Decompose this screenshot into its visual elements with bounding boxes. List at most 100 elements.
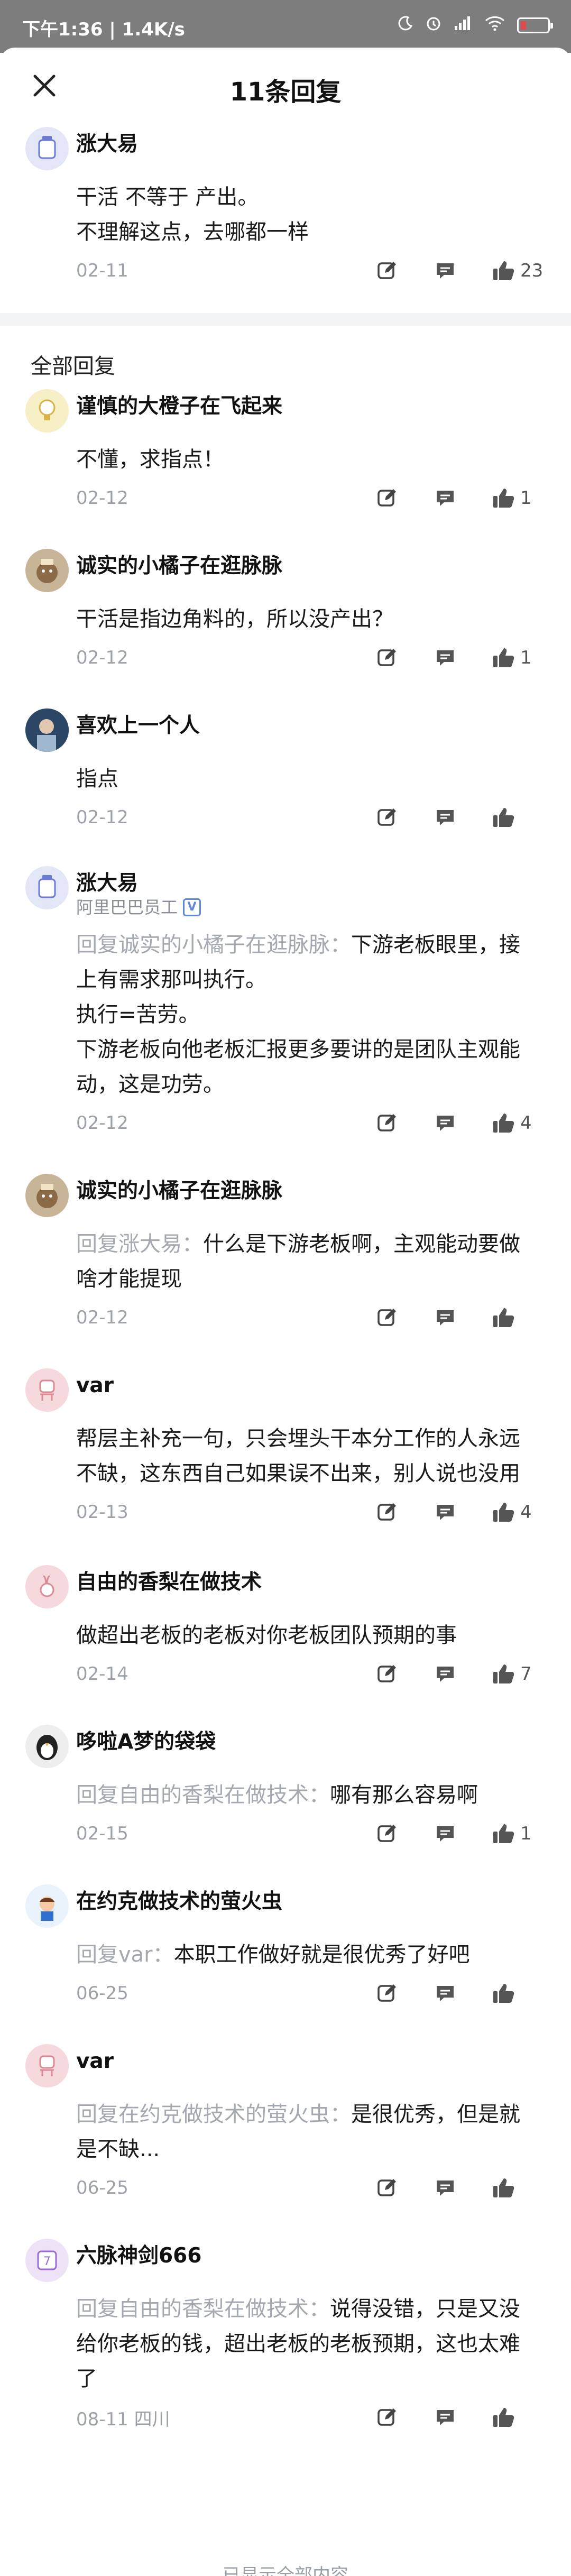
- author-name[interactable]: 诚实的小橘子在逛脉脉: [76, 553, 282, 579]
- reply-item: 哆啦A梦的袋袋 回复自由的香梨在做技术：哪有那么容易啊 02-15 1: [0, 1725, 571, 1855]
- author-name[interactable]: 在约克做技术的萤火虫: [76, 1889, 282, 1915]
- comment-icon[interactable]: [434, 1822, 492, 1845]
- avatar[interactable]: [25, 1368, 69, 1412]
- reply-content: 本职工作做好就是很优秀了好吧: [173, 1943, 470, 1967]
- like-count: 7: [520, 1663, 532, 1685]
- thumbs-up-icon: [492, 1822, 516, 1845]
- author-name[interactable]: 六脉神剑666: [76, 2243, 201, 2269]
- like-count: 1: [520, 487, 532, 509]
- edit-icon[interactable]: [375, 259, 434, 282]
- author-name[interactable]: 诚实的小橘子在逛脉脉: [76, 1178, 282, 1204]
- avatar[interactable]: [25, 1725, 69, 1768]
- reply-item: var 回复在约克做技术的萤火虫：是很优秀，但是就是不缺... 06-25: [0, 2044, 571, 2209]
- comment-icon[interactable]: [434, 1982, 492, 2005]
- author-meta: 诚实的小橘子在逛脉脉: [76, 549, 282, 579]
- like-button[interactable]: 1: [492, 1822, 550, 1845]
- edit-icon[interactable]: [375, 1982, 434, 2005]
- author-meta: 诚实的小橘子在逛脉脉: [76, 1174, 282, 1204]
- comment-icon[interactable]: [434, 1662, 492, 1686]
- avatar[interactable]: [25, 866, 69, 909]
- author-name[interactable]: 喜欢上一个人: [76, 713, 200, 739]
- edit-icon[interactable]: [375, 2406, 434, 2429]
- like-button[interactable]: [492, 2406, 550, 2429]
- avatar[interactable]: [25, 1565, 69, 1608]
- author-name[interactable]: 涨大易: [76, 131, 138, 158]
- comment-icon[interactable]: [434, 1111, 492, 1135]
- like-button[interactable]: [492, 806, 550, 829]
- comment-footer: 02-12: [76, 1296, 550, 1339]
- edit-icon[interactable]: [375, 1111, 434, 1135]
- like-button[interactable]: 23: [492, 259, 550, 282]
- author-meta: 在约克做技术的萤火虫: [76, 1884, 282, 1915]
- comment-icon[interactable]: [434, 259, 492, 282]
- author-name[interactable]: var: [76, 2048, 114, 2075]
- avatar[interactable]: [25, 549, 69, 592]
- comment-footer: 02-12 1: [76, 637, 550, 679]
- comment-icon[interactable]: [434, 2406, 492, 2429]
- reply-to-label[interactable]: 回复诚实的小橘子在逛脉脉：: [76, 933, 351, 957]
- status-time-speed: 下午1:36 | 1.4K/s: [22, 19, 185, 40]
- signal-icon: [454, 15, 473, 35]
- edit-icon[interactable]: [375, 2176, 434, 2200]
- author-name[interactable]: 谨慎的大橙子在飞起来: [76, 393, 282, 420]
- comment-date: 06-25: [76, 1983, 128, 2004]
- comment-header: 诚实的小橘子在逛脉脉: [25, 549, 550, 592]
- reply-to-label[interactable]: 回复自由的香梨在做技术：: [76, 2297, 330, 2321]
- comment-icon[interactable]: [434, 806, 492, 829]
- comment-icon[interactable]: [434, 1501, 492, 1524]
- reply-to-label[interactable]: 回复在约克做技术的萤火虫：: [76, 2102, 351, 2127]
- reply-to-label[interactable]: 回复var：: [76, 1943, 174, 1967]
- comment-icon[interactable]: [434, 646, 492, 669]
- status-bar: 下午1:36 | 1.4K/s: [0, 0, 571, 53]
- author-name[interactable]: 自由的香梨在做技术: [76, 1569, 262, 1596]
- comment-icon[interactable]: [434, 2176, 492, 2200]
- comment-footer: 06-25: [76, 2167, 550, 2209]
- like-button[interactable]: 1: [492, 646, 550, 669]
- author-company: 阿里巴巴员工 V: [76, 897, 201, 918]
- status-icons: [398, 15, 553, 36]
- like-button[interactable]: 7: [492, 1662, 550, 1686]
- avatar[interactable]: [25, 1884, 69, 1928]
- reply-content: 指点: [76, 767, 118, 791]
- svg-text:7: 7: [43, 2255, 51, 2268]
- avatar[interactable]: [25, 1174, 69, 1217]
- like-button[interactable]: 4: [492, 1111, 550, 1135]
- like-button[interactable]: [492, 1306, 550, 1329]
- reply-to-label[interactable]: 回复涨大易：: [76, 1232, 203, 1256]
- like-button[interactable]: [492, 1982, 550, 2005]
- comment-date: 02-12: [76, 1112, 128, 1134]
- comment-footer: 02-14 7: [76, 1653, 550, 1695]
- thumbs-up-icon: [492, 1982, 516, 2005]
- like-button[interactable]: [492, 2176, 550, 2200]
- edit-icon[interactable]: [375, 1822, 434, 1845]
- author-meta: 喜欢上一个人: [76, 709, 200, 739]
- comment-icon[interactable]: [434, 1306, 492, 1329]
- comment-date: 02-14: [76, 1663, 128, 1685]
- edit-icon[interactable]: [375, 486, 434, 510]
- avatar[interactable]: [25, 389, 69, 433]
- avatar[interactable]: [25, 709, 69, 752]
- comment-text: 帮层主补充一句，只会埋头干本分工作的人永远不缺，这东西自己如果误不出来，别人说也…: [76, 1421, 550, 1491]
- reply-content: 帮层主补充一句，只会埋头干本分工作的人永远不缺，这东西自己如果误不出来，别人说也…: [76, 1427, 520, 1486]
- edit-icon[interactable]: [375, 1306, 434, 1329]
- edit-icon[interactable]: [375, 806, 434, 829]
- like-button[interactable]: 1: [492, 486, 550, 510]
- reply-item: 谨慎的大橙子在飞起来 不懂，求指点！ 02-12 1: [0, 389, 571, 519]
- reply-to-label[interactable]: 回复自由的香梨在做技术：: [76, 1783, 330, 1807]
- comment-text: 回复var：本职工作做好就是很优秀了好吧: [76, 1937, 550, 1972]
- avatar[interactable]: [25, 127, 69, 170]
- author-name[interactable]: 哆啦A梦的袋袋: [76, 1729, 216, 1755]
- author-name[interactable]: var: [76, 1373, 114, 1399]
- author-name[interactable]: 涨大易: [76, 870, 201, 897]
- main-post: 涨大易 干活 不等于 产出。 不理解这点，去哪都一样 02-11 23: [0, 127, 571, 292]
- avatar[interactable]: 7: [25, 2239, 69, 2282]
- comment-icon[interactable]: [434, 486, 492, 510]
- like-count: 1: [520, 647, 532, 668]
- edit-icon[interactable]: [375, 646, 434, 669]
- like-button[interactable]: 4: [492, 1501, 550, 1524]
- edit-icon[interactable]: [375, 1662, 434, 1686]
- reply-item: 涨大易 阿里巴巴员工 V 回复诚实的小橘子在逛脉脉：下游老板眼里，接上有需求那叫执行。…: [0, 866, 571, 1144]
- edit-icon[interactable]: [375, 1501, 434, 1524]
- thumbs-up-icon: [492, 646, 516, 669]
- avatar[interactable]: [25, 2044, 69, 2087]
